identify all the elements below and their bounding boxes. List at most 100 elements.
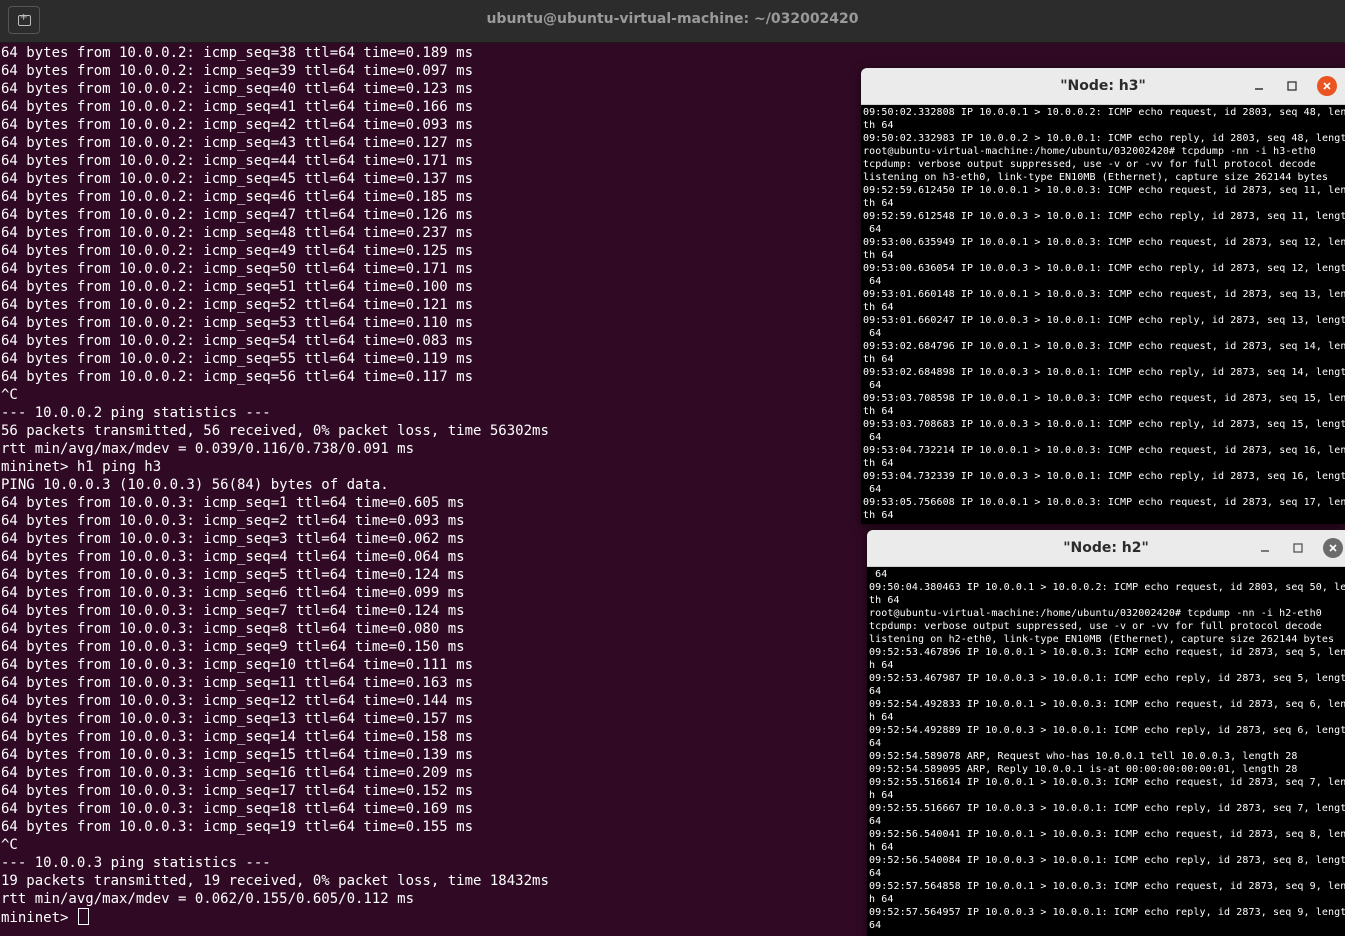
terminal-line: 64 bytes from 10.0.0.2: icmp_seq=43 ttl=… bbox=[1, 135, 474, 151]
xterm-h3-output[interactable]: 09:50:02.332808 IP 10.0.0.1 > 10.0.0.2: … bbox=[863, 106, 1345, 524]
h2-maximize-button[interactable] bbox=[1288, 538, 1308, 558]
terminal-line: PING 10.0.0.3 (10.0.0.3) 56(84) bytes of… bbox=[1, 477, 389, 493]
xterm-line: h 64 bbox=[869, 842, 894, 853]
xterm-line: 64 bbox=[863, 484, 882, 495]
xterm-line: 09:53:03.708598 IP 10.0.0.1 > 10.0.0.3: … bbox=[863, 393, 1345, 404]
xterm-line: 09:52:56.540041 IP 10.0.0.1 > 10.0.0.3: … bbox=[869, 829, 1345, 840]
terminal-line: 64 bytes from 10.0.0.2: icmp_seq=49 ttl=… bbox=[1, 243, 474, 259]
terminal-line: 64 bytes from 10.0.0.3: icmp_seq=9 ttl=6… bbox=[1, 639, 465, 655]
terminal-line: 64 bytes from 10.0.0.3: icmp_seq=3 ttl=6… bbox=[1, 531, 465, 547]
xterm-line: 09:52:56.540084 IP 10.0.0.3 > 10.0.0.1: … bbox=[869, 855, 1345, 866]
xterm-line: 09:52:53.467987 IP 10.0.0.3 > 10.0.0.1: … bbox=[869, 673, 1345, 684]
xterm-line: th 64 bbox=[863, 406, 894, 417]
xterm-line: tcpdump: verbose output suppressed, use … bbox=[863, 159, 1316, 170]
terminal-line: 64 bytes from 10.0.0.3: icmp_seq=14 ttl=… bbox=[1, 729, 474, 745]
terminal-line: 64 bytes from 10.0.0.3: icmp_seq=4 ttl=6… bbox=[1, 549, 465, 565]
h2-close-button[interactable] bbox=[1323, 538, 1343, 558]
xterm-line: th 64 bbox=[863, 458, 894, 469]
xterm-line: 64 bbox=[863, 276, 882, 287]
xterm-line: 09:52:55.516667 IP 10.0.0.3 > 10.0.0.1: … bbox=[869, 803, 1345, 814]
h3-maximize-button[interactable] bbox=[1282, 76, 1302, 96]
terminal-line: rtt min/avg/max/mdev = 0.039/0.116/0.738… bbox=[1, 441, 415, 457]
terminal-line: 64 bytes from 10.0.0.3: icmp_seq=17 ttl=… bbox=[1, 783, 474, 799]
maximize-icon bbox=[1293, 543, 1303, 553]
terminal-line: ^C bbox=[1, 387, 18, 403]
prompt-line[interactable]: mininet> bbox=[1, 908, 856, 926]
xterm-line: th 64 bbox=[863, 510, 894, 521]
xterm-line: 09:52:54.589095 ARP, Reply 10.0.0.1 is-a… bbox=[869, 764, 1298, 775]
minimize-icon bbox=[1255, 88, 1263, 90]
terminal-line: 64 bytes from 10.0.0.2: icmp_seq=42 ttl=… bbox=[1, 117, 474, 133]
xterm-h3-titlebar[interactable]: "Node: h3" bbox=[861, 68, 1345, 105]
terminal-line: 64 bytes from 10.0.0.2: icmp_seq=38 ttl=… bbox=[1, 45, 474, 61]
h3-close-button[interactable] bbox=[1317, 76, 1337, 96]
xterm-line: 09:52:54.492833 IP 10.0.0.1 > 10.0.0.3: … bbox=[869, 699, 1345, 710]
xterm-line: th 64 bbox=[863, 198, 894, 209]
terminal-line: 64 bytes from 10.0.0.3: icmp_seq=1 ttl=6… bbox=[1, 495, 465, 511]
xterm-line: 09:52:57.564858 IP 10.0.0.1 > 10.0.0.3: … bbox=[869, 881, 1345, 892]
terminal-line: 64 bytes from 10.0.0.3: icmp_seq=18 ttl=… bbox=[1, 801, 474, 817]
terminal-line: 64 bytes from 10.0.0.2: icmp_seq=39 ttl=… bbox=[1, 63, 474, 79]
maximize-icon bbox=[1287, 81, 1297, 91]
xterm-line: 64 bbox=[863, 432, 882, 443]
terminal-line: 64 bytes from 10.0.0.3: icmp_seq=16 ttl=… bbox=[1, 765, 474, 781]
xterm-line: 64 bbox=[863, 224, 882, 235]
xterm-h2-titlebar[interactable]: "Node: h2" bbox=[867, 530, 1345, 567]
close-icon bbox=[1323, 82, 1331, 90]
xterm-line: 09:53:00.636054 IP 10.0.0.3 > 10.0.0.1: … bbox=[863, 263, 1345, 274]
xterm-window-h2[interactable]: "Node: h2" 64 09:50:04.380463 IP 10.0.0.1… bbox=[867, 530, 1345, 936]
terminal-line: 64 bytes from 10.0.0.2: icmp_seq=46 ttl=… bbox=[1, 189, 474, 205]
xterm-line: root@ubuntu-virtual-machine:/home/ubuntu… bbox=[869, 608, 1322, 619]
xterm-line: h 64 bbox=[869, 790, 894, 801]
terminal-line: 64 bytes from 10.0.0.3: icmp_seq=5 ttl=6… bbox=[1, 567, 465, 583]
xterm-line: 09:52:57.564957 IP 10.0.0.3 > 10.0.0.1: … bbox=[869, 907, 1345, 918]
xterm-line: th 64 bbox=[863, 120, 894, 131]
xterm-line: 09:53:02.684898 IP 10.0.0.3 > 10.0.0.1: … bbox=[863, 367, 1345, 378]
terminal-line: 64 bytes from 10.0.0.3: icmp_seq=7 ttl=6… bbox=[1, 603, 465, 619]
xterm-line: 09:53:04.732214 IP 10.0.0.1 > 10.0.0.3: … bbox=[863, 445, 1345, 456]
terminal-line: 64 bytes from 10.0.0.2: icmp_seq=50 ttl=… bbox=[1, 261, 474, 277]
xterm-h3-title: "Node: h3" bbox=[1060, 78, 1146, 94]
xterm-line: 09:52:54.492889 IP 10.0.0.3 > 10.0.0.1: … bbox=[869, 725, 1345, 736]
terminal-line: 64 bytes from 10.0.0.3: icmp_seq=19 ttl=… bbox=[1, 819, 474, 835]
terminal-line: 64 bytes from 10.0.0.3: icmp_seq=8 ttl=6… bbox=[1, 621, 465, 637]
main-window-titlebar: ubuntu@ubuntu-virtual-machine: ~/0320024… bbox=[0, 0, 1345, 43]
xterm-h2-output[interactable]: 64 09:50:04.380463 IP 10.0.0.1 > 10.0.0.2… bbox=[869, 568, 1345, 936]
h2-minimize-button[interactable] bbox=[1255, 538, 1275, 558]
terminal-line: 64 bytes from 10.0.0.3: icmp_seq=10 ttl=… bbox=[1, 657, 474, 673]
xterm-line: th 64 bbox=[863, 250, 894, 261]
terminal-line: 64 bytes from 10.0.0.2: icmp_seq=56 ttl=… bbox=[1, 369, 474, 385]
terminal-line: 64 bytes from 10.0.0.2: icmp_seq=44 ttl=… bbox=[1, 153, 474, 169]
terminal-line: --- 10.0.0.2 ping statistics --- bbox=[1, 405, 271, 421]
xterm-line: 09:53:04.732339 IP 10.0.0.3 > 10.0.0.1: … bbox=[863, 471, 1345, 482]
terminal-line: 64 bytes from 10.0.0.2: icmp_seq=55 ttl=… bbox=[1, 351, 474, 367]
xterm-line: 09:52:53.467896 IP 10.0.0.1 > 10.0.0.3: … bbox=[869, 647, 1345, 658]
xterm-line: 64 bbox=[869, 868, 882, 879]
xterm-line: 09:53:00.635949 IP 10.0.0.1 > 10.0.0.3: … bbox=[863, 237, 1345, 248]
xterm-line: 64 bbox=[869, 569, 888, 580]
xterm-line: 64 bbox=[869, 686, 882, 697]
terminal-line: 56 packets transmitted, 56 received, 0% … bbox=[1, 423, 549, 439]
terminal-line: 64 bytes from 10.0.0.2: icmp_seq=40 ttl=… bbox=[1, 81, 474, 97]
terminal-line: 64 bytes from 10.0.0.2: icmp_seq=48 ttl=… bbox=[1, 225, 474, 241]
terminal-line: 64 bytes from 10.0.0.3: icmp_seq=13 ttl=… bbox=[1, 711, 474, 727]
xterm-line: 09:53:01.660247 IP 10.0.0.3 > 10.0.0.1: … bbox=[863, 315, 1345, 326]
main-terminal-output[interactable]: 64 bytes from 10.0.0.2: icmp_seq=38 ttl=… bbox=[1, 44, 856, 934]
h3-minimize-button[interactable] bbox=[1249, 76, 1269, 96]
xterm-line: h 64 bbox=[869, 712, 894, 723]
xterm-line: 09:50:02.332808 IP 10.0.0.1 > 10.0.0.2: … bbox=[863, 107, 1345, 118]
terminal-line: mininet> h1 ping h3 bbox=[1, 459, 162, 475]
minimize-icon bbox=[1261, 550, 1269, 552]
xterm-line: 64 bbox=[869, 816, 882, 827]
xterm-line: 09:53:05.756608 IP 10.0.0.1 > 10.0.0.3: … bbox=[863, 497, 1345, 508]
xterm-line: h 64 bbox=[869, 660, 894, 671]
xterm-line: root@ubuntu-virtual-machine:/home/ubuntu… bbox=[863, 146, 1316, 157]
xterm-line: 64 bbox=[863, 328, 882, 339]
xterm-line: th 64 bbox=[863, 354, 894, 365]
xterm-line: 64 bbox=[863, 380, 882, 391]
xterm-window-h3[interactable]: "Node: h3" 09:50:02.332808 IP 10.0.0.1 >… bbox=[861, 68, 1345, 524]
terminal-line: 64 bytes from 10.0.0.3: icmp_seq=11 ttl=… bbox=[1, 675, 474, 691]
close-icon bbox=[1329, 544, 1337, 552]
xterm-line: th 64 bbox=[863, 302, 894, 313]
terminal-line: 19 packets transmitted, 19 received, 0% … bbox=[1, 873, 549, 889]
